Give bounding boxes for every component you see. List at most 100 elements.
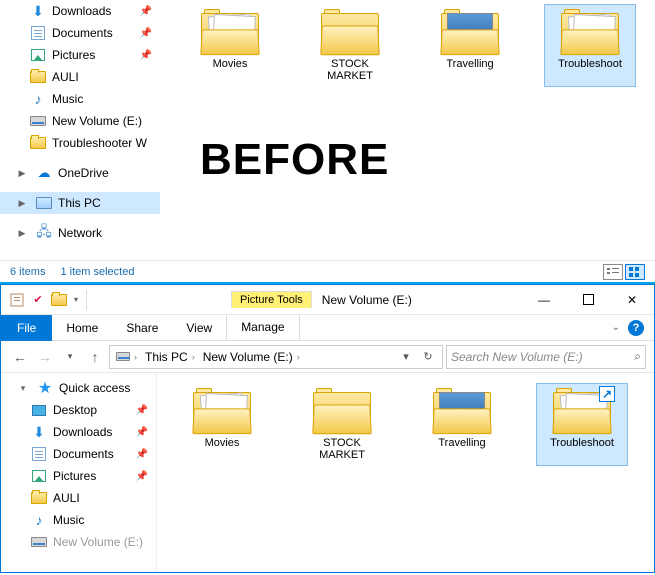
- tree-item[interactable]: New Volume (E:): [0, 110, 160, 132]
- pin-icon: 📌: [140, 50, 160, 61]
- status-count: 6 items: [10, 266, 45, 278]
- nav-tree-top: ⬇ Downloads 📌 Documents 📌 Pictures 📌 AUL…: [0, 0, 160, 260]
- folder-item[interactable]: Movies: [185, 5, 275, 86]
- network-icon: 🖧: [36, 225, 52, 241]
- tree-item[interactable]: ⬇ Downloads 📌: [1, 421, 156, 443]
- qa-check-icon[interactable]: ✔: [28, 290, 48, 310]
- share-overlay-icon: ↗: [599, 386, 615, 402]
- folder-name: Movies: [205, 437, 240, 449]
- recent-dropdown-icon[interactable]: ▾: [59, 346, 81, 368]
- breadcrumb-root-icon[interactable]: ›: [114, 352, 139, 362]
- address-bar[interactable]: › This PC› New Volume (E:)› ▾ ↻: [109, 345, 443, 369]
- tab-share[interactable]: Share: [112, 315, 172, 341]
- tab-home[interactable]: Home: [52, 315, 112, 341]
- folder-item[interactable]: Travelling: [425, 5, 515, 86]
- pin-icon: 📌: [136, 427, 156, 438]
- tree-item[interactable]: Desktop 📌: [1, 399, 156, 421]
- dl-icon: ⬇: [31, 424, 47, 440]
- tree-item[interactable]: Troubleshooter W: [0, 132, 160, 154]
- breadcrumb-thispc[interactable]: This PC›: [143, 350, 197, 364]
- tree-label: Documents: [52, 26, 113, 40]
- qa-overflow-icon[interactable]: ▾: [70, 295, 82, 304]
- nav-tree: ▾★Quick access Desktop 📌 ⬇ Downloads 📌 D…: [1, 373, 157, 572]
- chevron-right-icon: ▶: [16, 198, 28, 209]
- tree-item[interactable]: ⬇ Downloads 📌: [0, 0, 160, 22]
- dl-icon: ⬇: [30, 3, 46, 19]
- tree-item[interactable]: Pictures 📌: [0, 44, 160, 66]
- window-title: New Volume (E:): [322, 293, 412, 307]
- folder-icon: [193, 388, 251, 434]
- folder-item[interactable]: STOCK MARKET: [297, 384, 387, 465]
- back-button[interactable]: ←: [9, 346, 31, 368]
- up-button[interactable]: ↑: [84, 346, 106, 368]
- details-view-button[interactable]: [603, 264, 623, 280]
- music-icon: ♪: [31, 512, 47, 528]
- tab-manage[interactable]: Manage: [226, 315, 299, 341]
- tree-label: Network: [58, 226, 102, 240]
- folder-item[interactable]: Movies: [177, 384, 267, 465]
- refresh-button[interactable]: ↻: [418, 346, 438, 368]
- tree-item[interactable]: AULI: [0, 66, 160, 88]
- tree-quickaccess[interactable]: ▾★Quick access: [1, 377, 156, 399]
- breadcrumb-volume[interactable]: New Volume (E:)›: [201, 350, 302, 364]
- tree-item[interactable]: ♪ Music: [0, 88, 160, 110]
- tree-network[interactable]: ▶ 🖧 Network: [0, 222, 160, 244]
- tree-label: Pictures: [52, 48, 95, 62]
- pc-icon: [36, 195, 52, 211]
- tree-label: Desktop: [53, 403, 97, 417]
- folder-item[interactable]: STOCK MARKET: [305, 5, 395, 86]
- icons-view-button[interactable]: [625, 264, 645, 280]
- tree-item[interactable]: AULI: [1, 487, 156, 509]
- drive-icon: [31, 534, 47, 550]
- tab-view[interactable]: View: [172, 315, 226, 341]
- folder-icon: [30, 135, 46, 151]
- chevron-right-icon: ▶: [16, 228, 28, 239]
- folder-item[interactable]: Troubleshoot: [545, 5, 635, 86]
- titlebar: ✔ ▾ Picture Tools New Volume (E:) — ✕: [1, 285, 654, 315]
- tree-item[interactable]: New Volume (E:): [1, 531, 156, 553]
- help-icon[interactable]: ?: [628, 320, 644, 336]
- folder-icon: [321, 9, 379, 55]
- tree-label: New Volume (E:): [53, 535, 143, 549]
- folder-name: STOCK MARKET: [307, 58, 393, 82]
- tree-label: This PC: [58, 196, 101, 210]
- tree-thispc[interactable]: ▶ This PC: [0, 192, 160, 214]
- pics-icon: [31, 468, 47, 484]
- minimize-button[interactable]: —: [522, 286, 566, 314]
- ribbon-expand-icon[interactable]: ⌄: [612, 322, 620, 333]
- desktop-icon: [31, 402, 47, 418]
- forward-button[interactable]: →: [34, 346, 56, 368]
- content: ▾★Quick access Desktop 📌 ⬇ Downloads 📌 D…: [1, 373, 654, 572]
- chevron-down-icon: ▾: [17, 383, 29, 394]
- before-section: ⬇ Downloads 📌 Documents 📌 Pictures 📌 AUL…: [0, 0, 655, 284]
- tree-onedrive[interactable]: ▶☁OneDrive: [0, 162, 160, 184]
- qa-folder-icon[interactable]: [48, 289, 70, 311]
- tree-label: AULI: [52, 70, 79, 84]
- maximize-button[interactable]: [566, 286, 610, 314]
- folder-icon: [433, 388, 491, 434]
- folder-icon: ↗: [553, 388, 611, 434]
- folder-icon: [561, 9, 619, 55]
- tab-file[interactable]: File: [1, 315, 52, 341]
- tree-label: Pictures: [53, 469, 96, 483]
- contextual-tab-group: Picture Tools: [231, 291, 312, 308]
- addr-dropdown-icon[interactable]: ▾: [396, 346, 416, 368]
- tree-item[interactable]: ♪ Music: [1, 509, 156, 531]
- search-input[interactable]: Search New Volume (E:) ⌕: [446, 345, 646, 369]
- folder-item[interactable]: Travelling: [417, 384, 507, 465]
- music-icon: ♪: [30, 91, 46, 107]
- tree-item[interactable]: Documents 📌: [1, 443, 156, 465]
- chevron-right-icon: ▶: [16, 168, 28, 179]
- qa-properties-icon[interactable]: [7, 290, 27, 310]
- close-button[interactable]: ✕: [610, 286, 654, 314]
- tree-label: Music: [52, 92, 83, 106]
- folder-item[interactable]: ↗ Troubleshoot: [537, 384, 627, 465]
- pics-icon: [30, 47, 46, 63]
- folder-name: Travelling: [438, 437, 485, 449]
- tree-item[interactable]: Documents 📌: [0, 22, 160, 44]
- view-buttons: [603, 264, 645, 280]
- explorer-window: ✔ ▾ Picture Tools New Volume (E:) — ✕ Fi…: [0, 284, 655, 573]
- before-label: BEFORE: [200, 135, 389, 185]
- tree-item[interactable]: Pictures 📌: [1, 465, 156, 487]
- folder-name: Movies: [213, 58, 248, 70]
